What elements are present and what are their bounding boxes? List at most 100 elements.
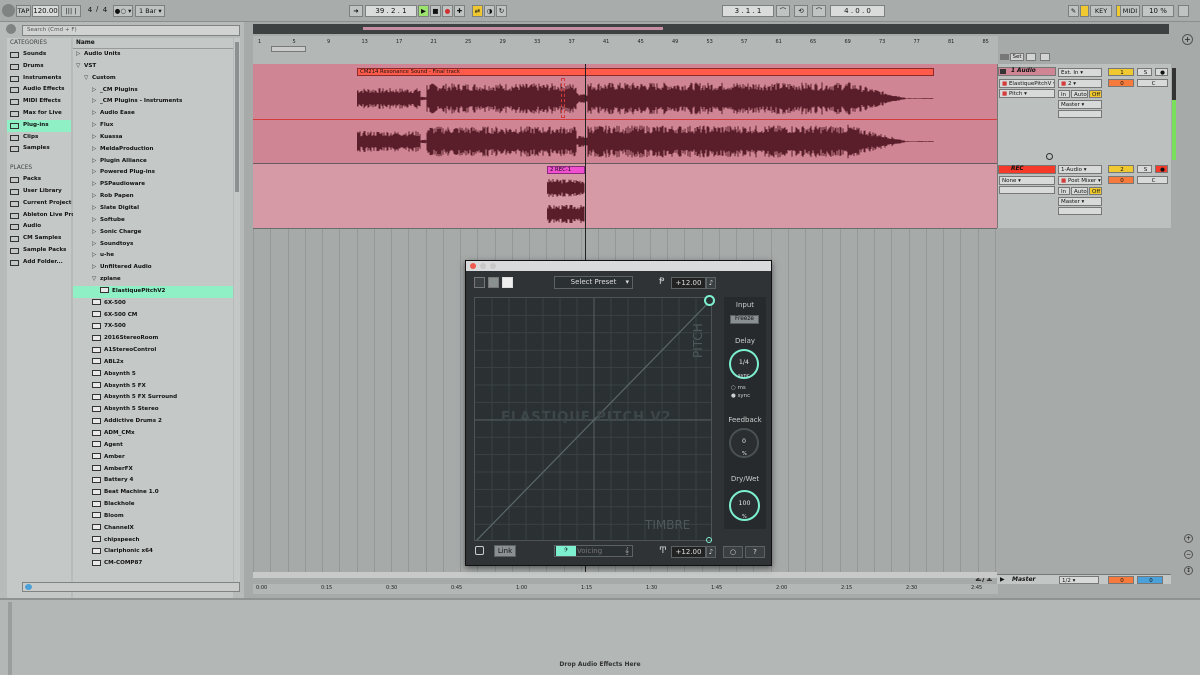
plugin-item[interactable]: Agent [73,440,233,452]
folder-item[interactable]: ▷ Soundtoys [73,239,233,251]
track1-off-button[interactable]: Off [1089,90,1102,98]
track2-header[interactable]: REC [998,165,1056,174]
plugin-item[interactable]: Bloom [73,511,233,523]
close-icon[interactable] [470,263,476,269]
plugin-item[interactable]: chipspeech [73,535,233,547]
track2-off-button[interactable]: Off [1089,187,1102,195]
plugin-item[interactable]: Absynth 5 Stereo [73,404,233,416]
collapsed-arrow-icon[interactable]: ▷ [92,167,100,179]
play-button[interactable]: ▶ [418,5,429,17]
master-pan[interactable]: 0 [1137,576,1163,584]
browser-toggle-icon[interactable] [6,24,16,34]
lock-icon[interactable] [475,546,484,555]
track2-channel-dropdown[interactable]: ■ Post Mixer ▾ [1058,176,1102,185]
place-cm-samples[interactable]: CM Samples [7,233,71,245]
track2-in-button[interactable]: In [1058,187,1070,195]
clip2-header[interactable]: 2 REC-1 [547,166,585,174]
category-audio-effects[interactable]: Audio Effects [7,84,71,96]
folder-item[interactable]: ▷ PSPaudioware [73,179,233,191]
plugin-item[interactable]: Blackhole [73,499,233,511]
session-record-icon[interactable]: ◑ [484,5,495,17]
master-track[interactable]: ▶ Master 1/2 ▾ 0 0 [997,574,1171,584]
pad-handle-top[interactable] [704,295,715,306]
track2-device1[interactable]: None ▾ [999,176,1055,185]
folder-item[interactable]: ▷ _CM Plugins [73,85,233,97]
master-channel[interactable]: 1/2 ▾ [1059,576,1099,584]
key-map-icon[interactable] [1080,5,1089,17]
folder-item[interactable]: ▷ Audio Ease [73,108,233,120]
place-add-folder-[interactable]: Add Folder... [7,257,71,269]
scroll-thumb[interactable] [235,42,239,192]
track1-volume[interactable]: 0 [1108,79,1134,87]
track1-output-dropdown[interactable]: Master ▾ [1058,100,1102,109]
plugin-item[interactable]: Clariphonic x64 [73,546,233,558]
help-button[interactable]: ? [745,546,765,558]
sig-denominator[interactable]: 4 [100,5,110,17]
expanded-arrow-icon[interactable]: ▽ [76,61,84,73]
place-current-project[interactable]: Current Project [7,198,71,210]
time-ruler[interactable]: 0:00 0:15 0:30 0:45 1:00 1:15 1:30 1:45 2:00 2:15… [253,584,998,594]
punch-in-icon[interactable]: ⌒ [776,5,790,17]
h-scrollbar[interactable] [253,572,997,578]
zoom-fit-icon[interactable]: ↕ [1184,566,1193,575]
plugin-item[interactable]: AmberFX [73,464,233,476]
track1-auto-button[interactable]: Auto [1071,90,1088,98]
track1-arm-button[interactable]: ● [1155,68,1168,76]
folder-item[interactable]: ▷ Audio Units [73,49,233,61]
collapsed-arrow-icon[interactable]: ▷ [92,203,100,215]
bar-ruler[interactable]: 1 5 9 13 17 21 25 29 33 37 41 45 49 53 57 61 65 69 73 77 81 8… [253,36,998,64]
plugin-item[interactable]: ElastiquePitchV2 [73,285,233,298]
plugin-titlebar[interactable] [466,261,771,271]
name-column-header[interactable]: Name [73,38,233,49]
track1-header[interactable]: 1 Audio [998,67,1056,76]
category-clips[interactable]: Clips [7,132,71,144]
collapsed-arrow-icon[interactable]: ▷ [92,227,100,239]
clip1-header[interactable]: CM214 Resonance Sound - Final track [357,68,934,76]
loop-length-field[interactable]: 4 . 0 . 0 [830,5,885,17]
device-drop-zone[interactable]: Drop Audio Effects Here [0,598,1200,675]
pitch-top-field[interactable]: +12.00 [671,277,706,289]
track2-pan[interactable]: C [1137,176,1168,184]
track2-output-dropdown[interactable]: Master ▾ [1058,197,1102,206]
folder-item[interactable]: ▷ Powered Plug-ins [73,167,233,179]
track1-device2[interactable]: ■ Pitch ▾ [999,89,1055,98]
track1-in-button[interactable]: In [1058,90,1070,98]
track2-empty-slot[interactable] [999,186,1055,194]
automation-icon[interactable]: ⇄ [472,5,483,17]
place-packs[interactable]: Packs [7,174,71,186]
loop-icon[interactable]: ↻ [496,5,507,17]
track2-lane[interactable] [253,164,997,228]
collapsed-arrow-icon[interactable]: ▷ [92,239,100,251]
set-arrow-icon[interactable] [1026,53,1036,61]
metronome-icon[interactable]: ●○ ▾ [113,5,133,17]
settings-icon[interactable]: ○ [723,546,743,558]
freeze-button[interactable]: Freeze [730,315,759,324]
plugin-item[interactable]: Absynth 5 FX Surround [73,392,233,404]
track2-input-dropdown[interactable]: 1-Audio ▾ [1058,165,1102,174]
track1-device1[interactable]: ■ ElastiquePitchV ▾ [999,79,1055,88]
folder-item[interactable]: ▷ _CM Plugins - Instruments [73,96,233,108]
plugin-item[interactable]: A1StereoControl [73,345,233,357]
sync-radio[interactable]: ● sync [731,393,750,399]
place-ableton-live-pro[interactable]: Ableton Live Pro [7,210,75,222]
category-samples[interactable]: Samples [7,143,71,155]
plugin-item[interactable]: ADM_CMx [73,428,233,440]
folder-item[interactable]: ▷ Unfiltered Audio [73,262,233,274]
track1-activator[interactable]: 1 [1108,68,1134,76]
track1-solo-button[interactable]: S [1137,68,1152,76]
folder-item[interactable]: ▷ Flux [73,120,233,132]
track1-fold-icon[interactable] [1000,69,1006,74]
add-device-icon[interactable] [1046,153,1053,160]
collapsed-arrow-icon[interactable]: ▷ [92,132,100,144]
track2-auto-button[interactable]: Auto [1071,187,1088,195]
search-input[interactable]: Search (Cmd + F) [22,25,240,36]
sig-numerator[interactable]: 4 [84,5,96,17]
place-user-library[interactable]: User Library [7,186,71,198]
loop-start-field[interactable]: 3 . 1 . 1 [722,5,774,17]
collapsed-arrow-icon[interactable]: ▷ [92,191,100,203]
locator-icon[interactable] [1040,53,1050,61]
plugin-item[interactable]: 7X-500 [73,321,233,333]
pad-handle-bottom[interactable] [706,537,712,543]
plugin-item[interactable]: CM-COMP87 [73,558,233,570]
plugin-item[interactable]: ABL2x [73,357,233,369]
